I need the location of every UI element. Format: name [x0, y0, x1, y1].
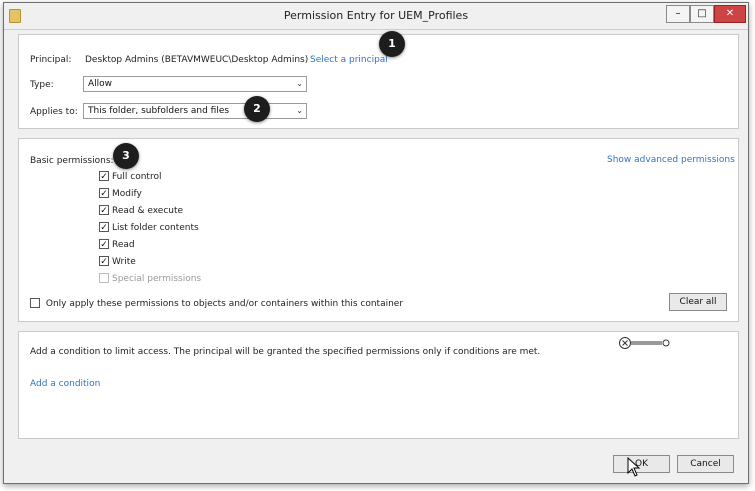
- show-advanced-permissions-link[interactable]: Show advanced permissions: [607, 155, 735, 165]
- permission-checkbox[interactable]: ✓: [99, 171, 109, 182]
- title-bar: Permission Entry for UEM_Profiles – □ ✕: [4, 3, 748, 30]
- condition-text: Add a condition to limit access. The pri…: [30, 347, 541, 357]
- permission-checkbox[interactable]: ✓: [99, 256, 109, 267]
- permission-row: Special permissions: [99, 273, 202, 288]
- principal-label: Principal:: [30, 55, 72, 65]
- type-label: Type:: [30, 80, 54, 90]
- add-condition-link[interactable]: Add a condition: [30, 379, 100, 389]
- only-apply-label: Only apply these permissions to objects …: [45, 299, 404, 309]
- permission-label: Write: [112, 257, 136, 267]
- permission-checkbox[interactable]: ✓: [99, 188, 109, 199]
- step-badge-2: 2: [244, 96, 270, 122]
- chevron-down-icon: ⌄: [296, 79, 303, 88]
- ok-button[interactable]: OK: [613, 455, 670, 473]
- applies-to-dropdown[interactable]: This folder, subfolders and files ⌄: [83, 103, 307, 119]
- only-apply-row[interactable]: Only apply these permissions to objects …: [30, 298, 404, 310]
- permission-checkbox: [99, 273, 109, 283]
- permission-label: Full control: [112, 172, 162, 182]
- maximize-button[interactable]: □: [690, 5, 714, 23]
- permission-row[interactable]: ✓ Read & execute: [99, 205, 184, 220]
- window-title: Permission Entry for UEM_Profiles: [283, 9, 469, 22]
- permission-label: Read & execute: [112, 206, 184, 216]
- type-dropdown[interactable]: Allow ⌄: [83, 76, 307, 92]
- select-principal-link[interactable]: Select a principal: [310, 55, 388, 65]
- cancel-button[interactable]: Cancel: [677, 455, 734, 473]
- clear-all-button[interactable]: Clear all: [669, 293, 727, 311]
- condition-connector-icon: [619, 337, 670, 349]
- permission-label: Special permissions: [112, 274, 202, 284]
- step-badge-1: 1: [379, 31, 405, 57]
- basic-permissions-label: Basic permissions:: [30, 156, 114, 166]
- step-badge-3: 3: [113, 143, 139, 169]
- close-button[interactable]: ✕: [714, 5, 746, 23]
- type-value: Allow: [88, 79, 113, 89]
- applies-to-label: Applies to:: [30, 107, 78, 117]
- permission-checkbox[interactable]: ✓: [99, 239, 109, 250]
- permission-checkbox[interactable]: ✓: [99, 222, 109, 233]
- principal-panel: Principal: Desktop Admins (BETAVMWEUC\De…: [18, 34, 739, 129]
- permission-row[interactable]: ✓ List folder contents: [99, 222, 199, 237]
- permission-label: Modify: [112, 189, 142, 199]
- permission-row[interactable]: ✓ Write: [99, 256, 136, 271]
- permission-row[interactable]: ✓ Modify: [99, 188, 142, 203]
- permission-label: Read: [112, 240, 135, 250]
- only-apply-checkbox[interactable]: [30, 298, 40, 308]
- principal-value: Desktop Admins (BETAVMWEUC\Desktop Admin…: [85, 55, 309, 65]
- permission-label: List folder contents: [112, 223, 199, 233]
- permission-checkbox[interactable]: ✓: [99, 205, 109, 216]
- mouse-cursor-icon: [627, 457, 641, 477]
- permission-row[interactable]: ✓ Full control: [99, 171, 162, 186]
- applies-to-value: This folder, subfolders and files: [88, 106, 230, 116]
- minimize-button[interactable]: –: [666, 5, 690, 23]
- chevron-down-icon: ⌄: [296, 106, 303, 115]
- permission-row[interactable]: ✓ Read: [99, 239, 135, 254]
- permission-entry-dialog: Permission Entry for UEM_Profiles – □ ✕ …: [3, 2, 749, 484]
